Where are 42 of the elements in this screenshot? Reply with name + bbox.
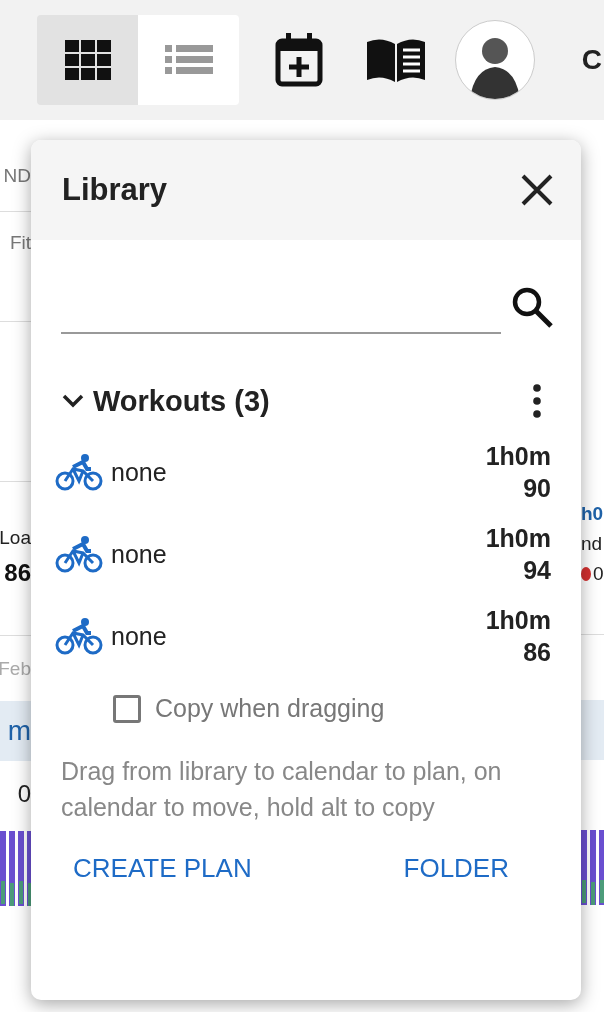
workout-duration: 1h0m (485, 605, 551, 636)
tab-label[interactable]: Fit (9, 232, 31, 321)
list-icon (164, 45, 213, 75)
checkbox[interactable] (113, 694, 141, 723)
chevron-icon[interactable] (61, 393, 85, 409)
folder-title[interactable]: Workouts (3) (93, 384, 270, 418)
help-text: Drag from library to calendar to plan, on calendar to move, hold alt to copy (61, 756, 503, 823)
date-label: Feb (0, 657, 31, 680)
workout-name[interactable]: none (111, 539, 167, 569)
label-text: nd (581, 533, 603, 555)
status-text: 0 (593, 563, 604, 585)
load-value: 86 (4, 559, 31, 587)
close-button[interactable] (521, 174, 553, 206)
workout-load: 86 (523, 637, 551, 668)
workout-duration: 1h0m (485, 523, 551, 554)
grid-icon (64, 40, 111, 80)
checkbox-label: Copy when dragging (155, 694, 385, 723)
text-button[interactable]: FOLDER (401, 847, 511, 890)
search-icon[interactable] (511, 286, 553, 328)
workout-load: 94 (523, 555, 551, 586)
view-toggle[interactable] (37, 15, 138, 105)
close-icon (521, 174, 553, 206)
text-button[interactable]: CREATE PLAN (71, 847, 254, 890)
more-icon[interactable] (533, 384, 541, 418)
book-icon[interactable] (367, 38, 425, 82)
dialog-title: Library (62, 172, 168, 208)
toolbar-text: C (581, 44, 602, 76)
workout-name[interactable]: none (111, 457, 167, 487)
bike-icon (55, 535, 103, 573)
value-text: 0 (17, 779, 31, 808)
view-toggle[interactable] (138, 15, 239, 105)
load-label: Loa (0, 527, 31, 549)
link-text[interactable]: h0 (581, 503, 604, 525)
calendar-add-icon[interactable] (275, 33, 323, 87)
bike-icon (55, 453, 103, 491)
band-text: m (7, 715, 31, 747)
workout-duration: 1h0m (485, 441, 551, 472)
bike-icon (55, 617, 103, 655)
highlight-band (581, 700, 604, 760)
workout-name[interactable]: none (111, 621, 167, 651)
column-header: ND (3, 165, 31, 187)
workout-load: 90 (523, 473, 551, 504)
